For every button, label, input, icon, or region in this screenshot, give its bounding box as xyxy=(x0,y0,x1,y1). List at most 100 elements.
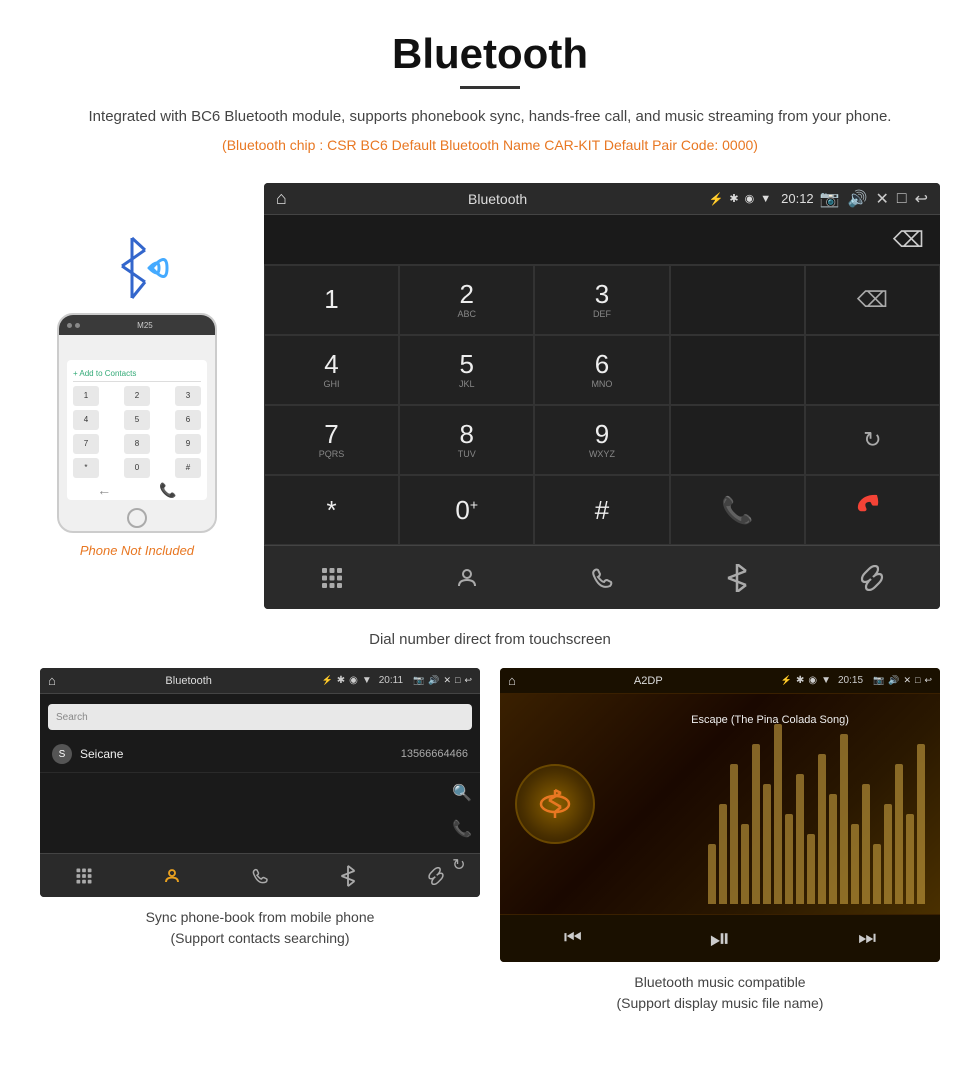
mini-nav-dialpad[interactable] xyxy=(40,854,128,897)
key-1[interactable]: 1 xyxy=(264,265,399,335)
phone-icon[interactable]: 📞 xyxy=(452,819,472,839)
mini-bottom-nav-left xyxy=(40,853,480,897)
mini-screen-title: Bluetooth xyxy=(60,675,318,687)
phone-home-button xyxy=(59,508,215,528)
phone-key: # xyxy=(175,458,201,478)
head-unit-dial: ⌂ Bluetooth ⚡ ✱ ◉ ▼ 20:12 📷 🔊 ✕ □ ↩ ⌫ xyxy=(264,183,940,609)
status-bar: ⌂ Bluetooth ⚡ ✱ ◉ ▼ 20:12 📷 🔊 ✕ □ ↩ xyxy=(264,183,940,215)
key-8[interactable]: 8 TUV xyxy=(399,405,534,475)
music-status-icons: ✱◉▼ 20:15 xyxy=(796,675,863,686)
phone-content: + Add to Contacts 1 2 3 4 5 6 7 8 9 xyxy=(67,360,207,500)
phone-carrier: M25 xyxy=(83,321,207,330)
key-4[interactable]: 4 GHI xyxy=(264,335,399,405)
mini-nav-call[interactable] xyxy=(216,854,304,897)
key-sync[interactable]: ↻ xyxy=(805,405,940,475)
phone-dot xyxy=(75,323,80,328)
bluetooth-signal-graphic xyxy=(97,223,177,313)
music-vol: 🔊 xyxy=(888,675,899,686)
contacts-search-bar[interactable]: Search xyxy=(48,704,472,730)
phone-side: M25 + Add to Contacts 1 2 3 4 5 6 xyxy=(40,223,234,558)
dial-section: M25 + Add to Contacts 1 2 3 4 5 6 xyxy=(0,183,980,609)
phone-add-contact: + Add to Contacts xyxy=(73,366,201,382)
usb-icon: ⚡ xyxy=(708,192,723,206)
key-0[interactable]: 0+ xyxy=(399,475,534,545)
key-7[interactable]: 7 PQRS xyxy=(264,405,399,475)
nav-bluetooth[interactable] xyxy=(670,546,805,609)
bluetooth-status-icon: ✱ xyxy=(729,192,738,205)
contact-action-icons: 🔍 📞 ↻ xyxy=(40,773,480,853)
search-placeholder: Search xyxy=(56,712,88,723)
key-star[interactable]: * xyxy=(264,475,399,545)
mini-status-icons: ✱◉▼ 20:11 xyxy=(337,675,403,686)
music-usb-icon: ⚡ xyxy=(781,675,792,686)
mini-back: ↩ xyxy=(464,675,472,686)
key-3[interactable]: 3 DEF xyxy=(534,265,669,335)
phone-key: 1 xyxy=(73,386,99,406)
mini-vol: 🔊 xyxy=(428,675,439,686)
mini-nav-contacts[interactable] xyxy=(128,854,216,897)
album-art xyxy=(515,764,595,844)
home-icon[interactable]: ⌂ xyxy=(276,188,287,209)
status-right-icons: 📷 🔊 ✕ □ ↩ xyxy=(820,189,928,209)
key-6[interactable]: 6 MNO xyxy=(534,335,669,405)
action-icon-column: 🔍 📞 ↻ xyxy=(452,783,472,875)
mini-status-bar-left: ⌂ Bluetooth ⚡ ✱◉▼ 20:11 📷 🔊 ✕ □ ↩ xyxy=(40,668,480,694)
contact-row[interactable]: S Seicane 13566664466 xyxy=(40,736,480,773)
phone-keypad-row: 7 8 9 xyxy=(73,434,201,454)
phone-keypad-row: 1 2 3 xyxy=(73,386,201,406)
next-track-button[interactable]: ⏭ xyxy=(858,927,876,950)
mini-nav-bt[interactable] xyxy=(304,854,392,897)
music-box: □ xyxy=(915,675,920,686)
mini-cam: 📷 xyxy=(413,675,424,686)
phone-keypad-row: 4 5 6 xyxy=(73,410,201,430)
page-title: Bluetooth xyxy=(20,30,960,78)
volume-icon[interactable]: 🔊 xyxy=(848,189,868,209)
equalizer xyxy=(698,694,940,914)
phone-key: * xyxy=(73,458,99,478)
phone-dot xyxy=(67,323,72,328)
mini-time: 20:11 xyxy=(379,675,403,686)
camera-icon[interactable]: 📷 xyxy=(820,189,840,209)
window-icon[interactable]: □ xyxy=(897,190,907,208)
back-icon[interactable]: ↩ xyxy=(915,189,928,209)
title-underline xyxy=(460,86,520,89)
keypad-empty-2 xyxy=(670,335,805,405)
phone-key: 0 xyxy=(124,458,150,478)
search-icon[interactable]: 🔍 xyxy=(452,783,472,803)
key-hash[interactable]: # xyxy=(534,475,669,545)
mini-usb-icon: ⚡ xyxy=(321,675,332,686)
screen-title: Bluetooth xyxy=(293,191,703,207)
backspace-button[interactable]: ⌫ xyxy=(893,227,924,253)
mini-home-icon: ⌂ xyxy=(48,673,56,688)
play-pause-button[interactable]: ⏯ xyxy=(710,923,731,955)
refresh-icon[interactable]: ↻ xyxy=(452,855,472,875)
sync-icon: ↻ xyxy=(863,427,881,453)
key-call-red[interactable] xyxy=(805,475,940,545)
phone-call: 📞 xyxy=(159,482,176,499)
key-call-green[interactable]: 📞 xyxy=(670,475,805,545)
backspace-icon: ⌫ xyxy=(857,287,888,313)
close-icon[interactable]: ✕ xyxy=(876,189,889,209)
keypad-backspace-cell[interactable]: ⌫ xyxy=(805,265,940,335)
music-cam: 📷 xyxy=(873,675,884,686)
nav-link[interactable] xyxy=(805,546,940,609)
phone-screen: + Add to Contacts 1 2 3 4 5 6 7 8 9 xyxy=(67,360,207,500)
phone-key: 8 xyxy=(124,434,150,454)
key-5[interactable]: 5 JKL xyxy=(399,335,534,405)
music-screen-title: A2DP xyxy=(520,675,777,687)
music-x: ✕ xyxy=(903,675,911,686)
phone-key: 2 xyxy=(124,386,150,406)
music-right-icons: 📷 🔊 ✕ □ ↩ xyxy=(873,675,932,686)
music-section: ⌂ A2DP ⚡ ✱◉▼ 20:15 📷 🔊 ✕ □ ↩ Escape (The… xyxy=(500,668,940,1014)
prev-track-button[interactable]: ⏮ xyxy=(564,927,582,950)
nav-contacts[interactable] xyxy=(399,546,534,609)
phone-home-circle xyxy=(127,508,147,528)
nav-call[interactable] xyxy=(534,546,669,609)
music-time: 20:15 xyxy=(838,675,863,686)
contacts-unit: ⌂ Bluetooth ⚡ ✱◉▼ 20:11 📷 🔊 ✕ □ ↩ Search xyxy=(40,668,480,897)
phone-not-included-label: Phone Not Included xyxy=(80,543,194,558)
key-9[interactable]: 9 WXYZ xyxy=(534,405,669,475)
key-2[interactable]: 2 ABC xyxy=(399,265,534,335)
time-display: 20:12 xyxy=(781,191,814,206)
nav-dialpad[interactable] xyxy=(264,546,399,609)
